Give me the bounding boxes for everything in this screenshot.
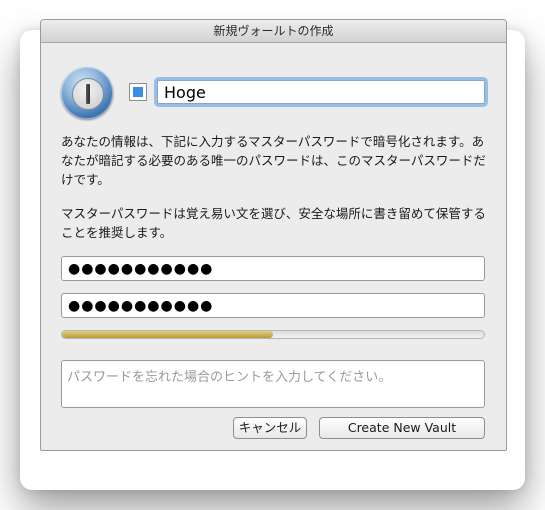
vault-color-picker[interactable]: [129, 83, 147, 101]
1password-logo-icon: [61, 67, 113, 119]
description-paragraph-1: あなたの情報は、下記に入力するマスターパスワードで暗号化されます。あなたが暗記す…: [61, 134, 486, 187]
master-password-confirm-input[interactable]: [61, 293, 485, 318]
logo-key-icon: [86, 84, 90, 104]
window-title: 新規ヴォールトの作成: [213, 24, 334, 38]
password-strength-meter: [61, 330, 485, 339]
master-password-input[interactable]: [61, 256, 485, 281]
password-hint-input[interactable]: [61, 360, 485, 408]
vault-name-input[interactable]: [157, 80, 485, 104]
password-strength-fill: [62, 331, 273, 338]
logo-keyhole: [72, 78, 104, 110]
vault-color-swatch: [133, 87, 143, 97]
new-vault-dialog: 新規ヴォールトの作成 あなたの情報は、下記に入力するマスターパスワードで暗号化さ…: [40, 19, 507, 451]
description-paragraph-2: マスターパスワードは覚え易い文を選び、安全な場所に書き留めて保管することを推奨し…: [61, 206, 486, 240]
create-vault-button[interactable]: Create New Vault: [319, 417, 485, 439]
cancel-button[interactable]: キャンセル: [233, 417, 307, 439]
window-titlebar[interactable]: 新規ヴォールトの作成: [41, 20, 506, 43]
